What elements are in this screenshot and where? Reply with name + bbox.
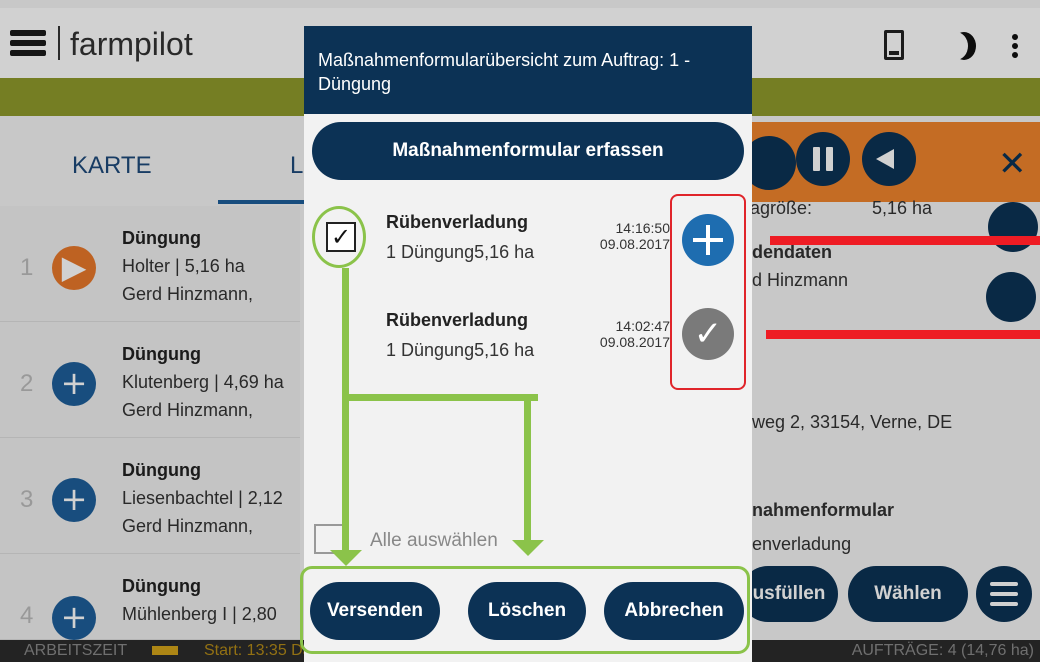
dialog-title: Maßnahmenformularübersicht zum Auftrag: … bbox=[318, 50, 691, 94]
capture-form-button[interactable]: Maßnahmenformular erfassen bbox=[312, 122, 744, 180]
entry-date: 09.08.2017 bbox=[599, 334, 670, 350]
entry-title: Rübenverladung bbox=[386, 310, 529, 330]
dialog-header: Maßnahmenformularübersicht zum Auftrag: … bbox=[304, 26, 752, 114]
entry-subtitle: 1 Düngung5,16 ha bbox=[386, 242, 535, 262]
entry-subtitle: 1 Düngung5,16 ha bbox=[386, 340, 535, 360]
entry-time: 14:16:50 bbox=[615, 220, 671, 236]
annotation-red-line bbox=[770, 236, 1040, 245]
annotation-red-line bbox=[766, 330, 1040, 339]
annotation-status-highlight bbox=[670, 194, 746, 390]
select-all-label: Alle auswählen bbox=[370, 530, 498, 551]
annotation-checkbox-highlight bbox=[312, 206, 366, 268]
annotation-line bbox=[342, 268, 349, 552]
app-screen: farmpilot KARTE L ✕ 1 ▶ Düngung Holter |… bbox=[0, 0, 1040, 662]
annotation-line bbox=[524, 394, 531, 548]
annotation-line bbox=[342, 394, 538, 401]
annotation-buttons-highlight bbox=[300, 566, 750, 654]
entry-time: 14:02:47 bbox=[615, 318, 671, 334]
annotation-arrow bbox=[330, 550, 362, 566]
entry-date: 09.08.2017 bbox=[599, 236, 670, 252]
annotation-arrow bbox=[512, 540, 544, 556]
entry-title: Rübenverladung bbox=[386, 212, 529, 232]
